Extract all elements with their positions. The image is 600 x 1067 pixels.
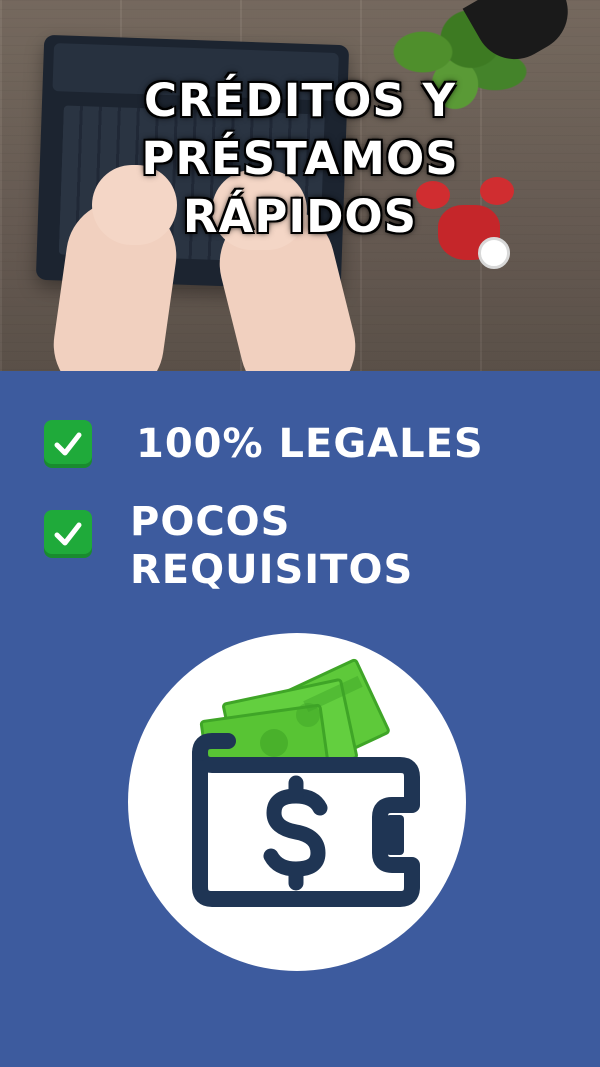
hero-photo: CRÉDITOS Y PRÉSTAMOS RÁPIDOS <box>0 0 600 371</box>
feature-item-legal: 100% LEGALES <box>44 420 484 468</box>
hero-title-line: CRÉDITOS Y <box>143 74 457 127</box>
check-mark-button-icon <box>44 510 92 558</box>
features-section: 100% LEGALES POCOS REQUISITOS <box>0 371 600 1067</box>
hero-title-line: RÁPIDOS <box>182 190 418 243</box>
poster: CRÉDITOS Y PRÉSTAMOS RÁPIDOS 100% LEGALE… <box>0 0 600 1067</box>
check-mark-button-icon <box>44 420 92 468</box>
feature-label: POCOS REQUISITOS <box>130 498 413 594</box>
hero-title: CRÉDITOS Y PRÉSTAMOS RÁPIDOS <box>0 72 600 246</box>
dollar-sign-icon <box>263 775 328 891</box>
feature-label-line: POCOS <box>130 499 291 545</box>
feature-label-line: REQUISITOS <box>130 547 414 593</box>
wallet-with-cash-dollar-icon <box>192 658 420 907</box>
check-mark-icon <box>54 432 82 456</box>
wallet-illustration <box>128 633 466 971</box>
hero-title-line: PRÉSTAMOS <box>141 132 459 185</box>
check-mark-icon <box>54 522 82 546</box>
feature-item-requirements: POCOS REQUISITOS <box>44 498 413 594</box>
feature-label: 100% LEGALES <box>136 421 484 467</box>
